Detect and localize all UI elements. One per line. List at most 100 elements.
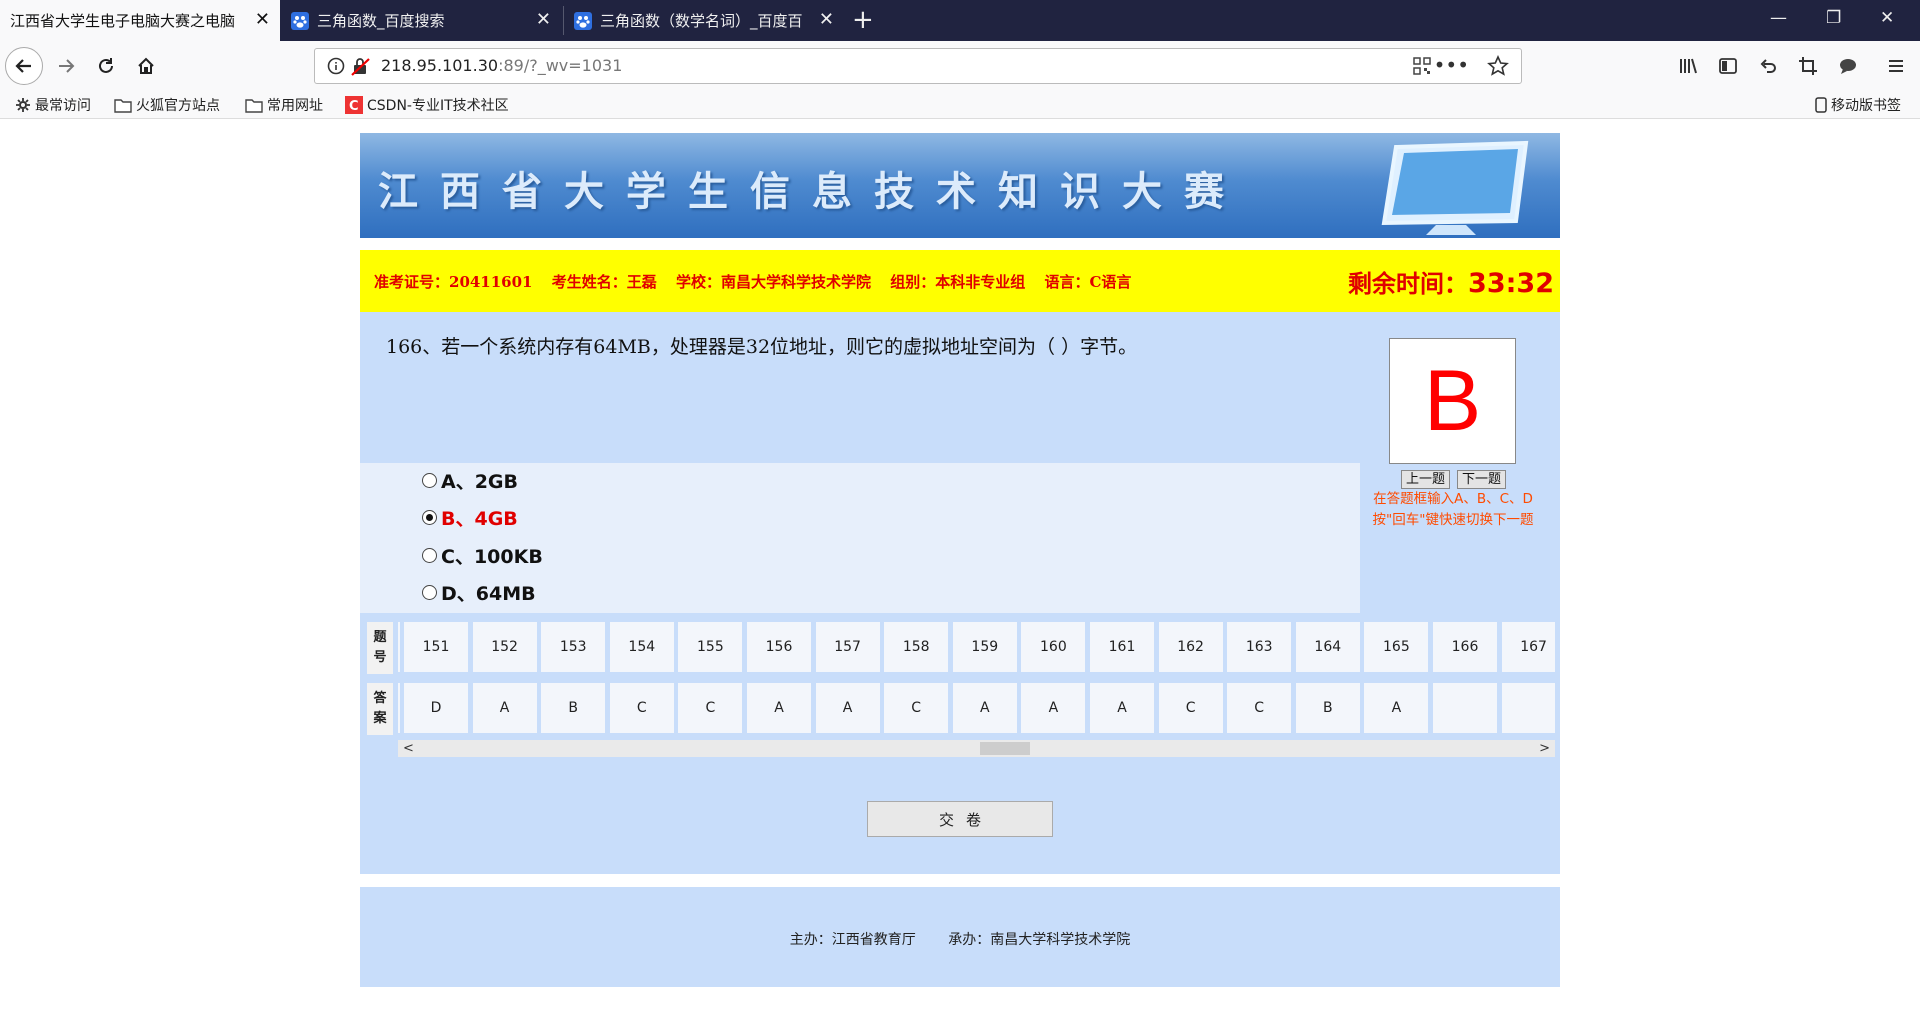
back-button[interactable]: [5, 47, 43, 85]
crop-screenshot-icon[interactable]: [1792, 50, 1824, 82]
banner-title: 江西省大学生信息技术知识大赛: [378, 168, 1246, 215]
chat-bubble-icon[interactable]: [1832, 50, 1864, 82]
radio-button[interactable]: [422, 547, 437, 563]
countdown-timer: 剩余时间：33:32: [1348, 264, 1554, 299]
new-tab-plus-icon[interactable]: +: [852, 6, 874, 34]
radio-button[interactable]: [422, 509, 437, 525]
scroll-left-icon[interactable]: <: [403, 740, 414, 757]
forward-button[interactable]: [50, 50, 82, 82]
question-number-cell[interactable]: 161: [1090, 622, 1154, 672]
bookmark-label: 移动版书签: [1831, 98, 1901, 114]
home-button[interactable]: [130, 50, 162, 82]
submit-exam-button[interactable]: 交卷: [867, 801, 1053, 837]
question-number-cell[interactable]: 159: [952, 622, 1017, 672]
answer-cell[interactable]: B: [1295, 683, 1360, 733]
answer-cell[interactable]: A: [815, 683, 880, 733]
close-icon[interactable]: ✕: [255, 10, 270, 30]
grid-horizontal-scrollbar[interactable]: < >: [398, 740, 1555, 757]
answer-cell[interactable]: D: [404, 683, 468, 733]
question-number-cell[interactable]: 156: [747, 622, 811, 672]
reload-button[interactable]: [90, 50, 122, 82]
answer-cell[interactable]: C: [1158, 683, 1223, 733]
question-number-cell[interactable]: 162: [1158, 622, 1223, 672]
answer-cell[interactable]: C: [678, 683, 743, 733]
contest-banner: 江西省大学生信息技术知识大赛: [360, 133, 1560, 238]
question-number-cell[interactable]: 158: [884, 622, 949, 672]
question-number-cell[interactable]: 167: [1501, 622, 1555, 672]
undo-icon[interactable]: [1752, 50, 1784, 82]
option-a[interactable]: A、2GB: [422, 465, 518, 495]
answer-cell[interactable]: [1501, 683, 1555, 733]
question-number-cell[interactable]: 157: [815, 622, 880, 672]
scroll-right-icon[interactable]: >: [1539, 740, 1550, 757]
answer-input-box[interactable]: B: [1389, 338, 1516, 464]
close-icon[interactable]: ✕: [536, 10, 551, 30]
address-bar[interactable]: 218.95.101.30:89/?_wv=1031 •••: [314, 48, 1522, 84]
next-question-button[interactable]: 下一题: [1457, 470, 1507, 489]
gear-icon: [15, 97, 31, 113]
radio-button[interactable]: [422, 584, 437, 600]
bookmark-label: 火狐官方站点: [136, 98, 220, 114]
bookmark-star-icon[interactable]: [1487, 55, 1509, 81]
question-number-cell[interactable]: 155: [678, 622, 743, 672]
question-number-cell[interactable]: 164: [1295, 622, 1360, 672]
library-icon[interactable]: [1672, 50, 1704, 82]
mobile-bookmarks[interactable]: 移动版书签: [1815, 95, 1901, 115]
option-d[interactable]: D、64MB: [422, 577, 536, 607]
answer-cell[interactable]: B: [541, 683, 606, 733]
question-number-cell[interactable]: 166: [1433, 622, 1497, 672]
exam-id: 准考证号：20411601: [374, 273, 533, 291]
window-close-icon[interactable]: ✕: [1880, 8, 1894, 28]
answer-cell[interactable]: A: [472, 683, 537, 733]
folder-icon: [114, 97, 132, 113]
restore-icon[interactable]: ❐: [1826, 8, 1841, 28]
menu-icon[interactable]: [1880, 50, 1912, 82]
bookmark-label: 最常访问: [35, 98, 91, 114]
group: 组别：本科非专业组: [890, 273, 1026, 291]
answer-cell[interactable]: A: [1090, 683, 1154, 733]
info-icon[interactable]: [327, 57, 345, 79]
label-char: 答: [373, 691, 387, 706]
bookmark-common-sites[interactable]: 常用网址: [245, 95, 323, 115]
footer-organizer: 承办：南昌大学科学技术学院: [948, 932, 1131, 948]
tab-baidu-search[interactable]: 三角函数_百度搜索 ✕: [281, 0, 561, 41]
answer-cell[interactable]: A: [747, 683, 811, 733]
sidebar-icon[interactable]: [1712, 50, 1744, 82]
candidate-info-bar: 准考证号：20411601 考生姓名：王磊 学校：南昌大学科学技术学院 组别：本…: [360, 250, 1560, 312]
option-label: C、100KB: [441, 545, 543, 568]
question-number-cell[interactable]: 163: [1227, 622, 1292, 672]
bookmark-most-visited[interactable]: 最常访问: [15, 95, 91, 115]
question-number-cell[interactable]: 160: [1021, 622, 1086, 672]
tab-exam[interactable]: 江西省大学生电子电脑大赛之电脑 ✕: [0, 0, 280, 41]
question-number-cell[interactable]: 152: [472, 622, 537, 672]
scrollbar-thumb[interactable]: [980, 742, 1030, 755]
answer-cell[interactable]: A: [1021, 683, 1086, 733]
question-number-label: 题 号: [367, 622, 393, 674]
answer-cell[interactable]: C: [609, 683, 674, 733]
prev-question-button[interactable]: 上一题: [1401, 470, 1451, 489]
more-actions-icon[interactable]: •••: [1434, 53, 1469, 77]
qr-code-icon[interactable]: [1413, 57, 1431, 79]
radio-button[interactable]: [422, 472, 437, 488]
insecure-lock-icon[interactable]: [351, 57, 371, 81]
school: 学校：南昌大学科学技术学院: [675, 273, 871, 291]
answer-cell[interactable]: [1433, 683, 1497, 733]
question-number-cell[interactable]: 153: [541, 622, 606, 672]
question-number-cell[interactable]: 151: [404, 622, 468, 672]
question-number-cell[interactable]: 154: [609, 622, 674, 672]
shortcut-hint: 在答题框输入A、B、C、D 按"回车"键快速切换下一题: [1358, 489, 1548, 531]
bookmark-label: CSDN-专业IT技术社区: [367, 98, 509, 114]
question-number-cell[interactable]: 165: [1364, 622, 1429, 672]
answer-cell[interactable]: A: [1364, 683, 1429, 733]
option-c[interactable]: C、100KB: [422, 540, 543, 570]
close-icon[interactable]: ✕: [819, 10, 834, 30]
question-text: 166、若一个系统内存有64MB，处理器是32位地址，则它的虚拟地址空间为（ ）…: [386, 336, 1138, 358]
answer-cell[interactable]: C: [1227, 683, 1292, 733]
bookmark-csdn[interactable]: C CSDN-专业IT技术社区: [345, 95, 509, 115]
answer-cell[interactable]: A: [952, 683, 1017, 733]
answer-cell[interactable]: C: [884, 683, 949, 733]
tab-baidu-baike[interactable]: 三角函数（数学名词）_百度百 ✕: [564, 0, 844, 41]
option-b[interactable]: B、4GB: [422, 502, 518, 532]
minimize-icon[interactable]: —: [1770, 8, 1787, 28]
bookmark-firefox-sites[interactable]: 火狐官方站点: [114, 95, 220, 115]
